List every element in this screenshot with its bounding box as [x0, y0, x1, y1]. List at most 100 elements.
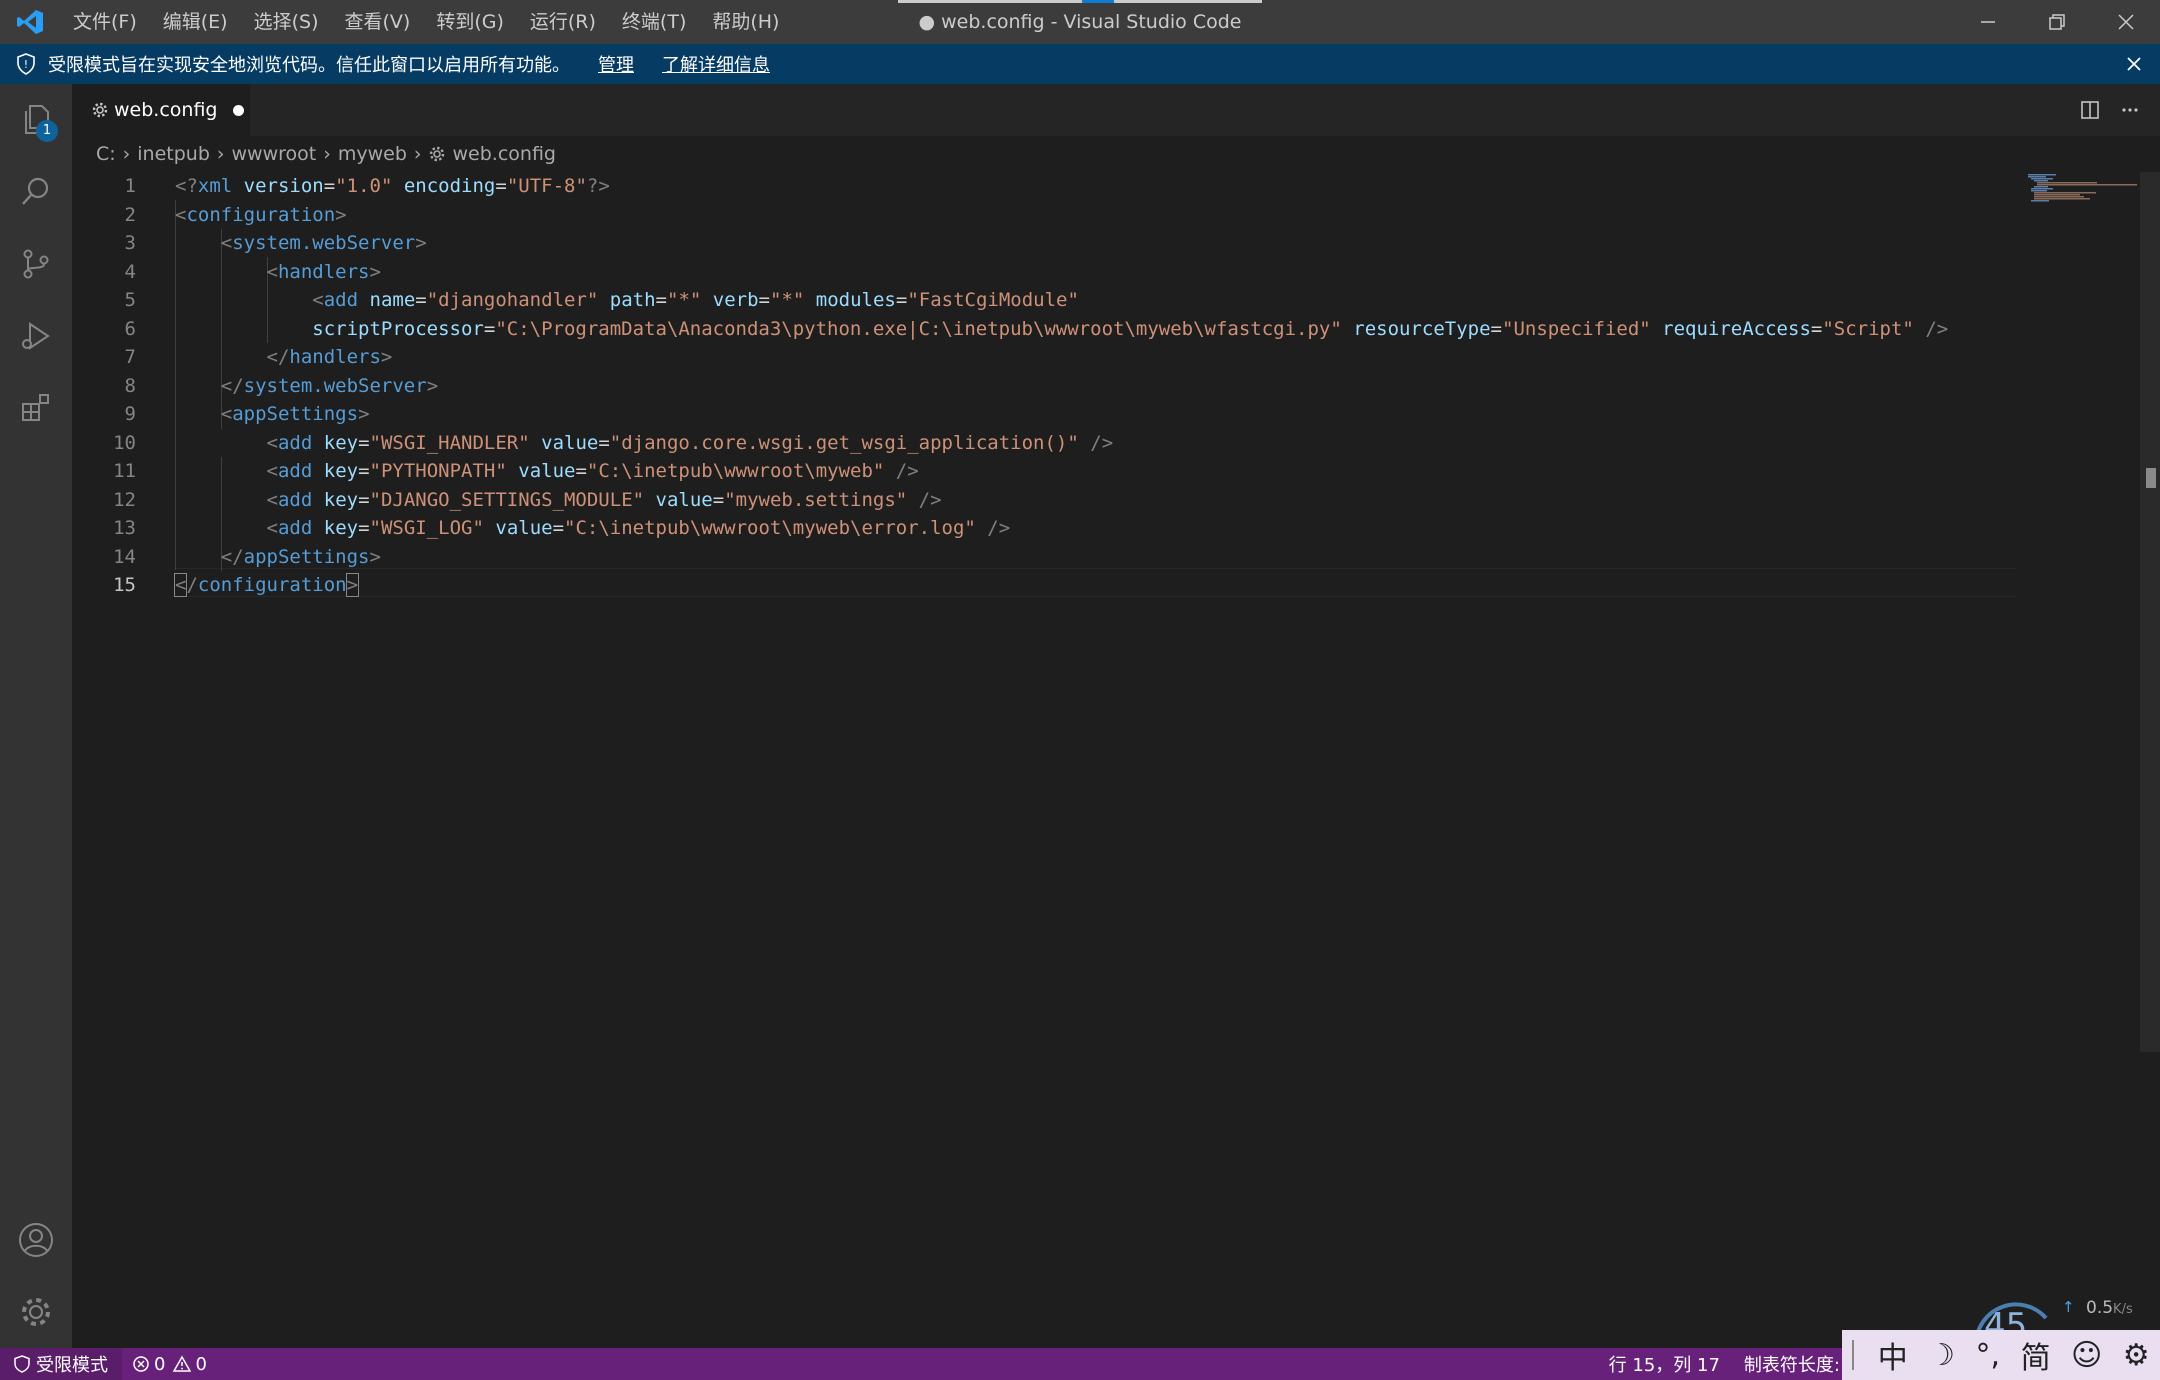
line-number: 1 [124, 175, 136, 197]
vertical-scrollbar[interactable] [2140, 172, 2160, 1052]
cursor-position[interactable]: 行 15，列 17 [1609, 1351, 1720, 1377]
more-actions-button[interactable] [2110, 90, 2150, 130]
code-text: <configuration> [175, 203, 347, 226]
close-window-button[interactable] [2091, 0, 2160, 44]
code-line: 10 <add key="WSGI_HANDLER" value="django… [72, 429, 2017, 458]
status-right: 行 15，列 17 制表符长度: [1609, 1348, 1840, 1380]
restricted-mode-banner: ! 受限模式旨在实现安全地浏览代码。信任此窗口以启用所有功能。 管理 了解详细信… [0, 44, 2160, 84]
gear-icon [429, 146, 444, 162]
code-line: 11 <add key="PYTHONPATH" value="C:\inetp… [72, 457, 2017, 486]
code-editor[interactable]: 1 <?xml version="1.0" encoding="UTF-8"?> … [72, 172, 2056, 1348]
code-text: scriptProcessor="C:\ProgramData\Anaconda… [312, 317, 1949, 340]
breadcrumb-wwwroot[interactable]: wwwroot [232, 143, 317, 165]
line-number: 2 [124, 203, 136, 226]
line-number: 7 [124, 346, 136, 368]
menu-terminal[interactable]: 终端(T) [609, 0, 699, 44]
minimize-button[interactable] [1953, 0, 2022, 44]
code-text: </handlers> [266, 346, 393, 368]
split-editor-icon [2081, 101, 2099, 119]
code-line: 3 <system.webServer> [72, 229, 2017, 258]
code-line: 12 <add key="DJANGO_SETTINGS_MODULE" val… [72, 486, 2017, 515]
activity-bar: 1 [0, 84, 72, 1348]
code-line: 15 </configuration> [72, 571, 2017, 600]
code-text: </appSettings> [220, 545, 381, 568]
run-debug-button[interactable] [0, 300, 72, 372]
code-line: 13 <add key="WSGI_LOG" value="C:\inetpub… [72, 514, 2017, 543]
line-number: 6 [124, 317, 136, 340]
more-icon [2122, 108, 2138, 112]
restore-icon [2048, 14, 2065, 30]
split-editor-button[interactable] [2070, 90, 2110, 130]
menu-bar: 文件(F) 编辑(E) 选择(S) 查看(V) 转到(G) 运行(R) 终端(T… [60, 0, 792, 44]
menu-run[interactable]: 运行(R) [517, 0, 609, 44]
ime-grip[interactable] [1852, 1340, 1857, 1370]
error-icon [133, 1356, 149, 1372]
moon-icon[interactable]: ☽ [1928, 1338, 1955, 1373]
line-number: 3 [124, 232, 136, 254]
extensions-button[interactable] [0, 372, 72, 444]
line-number: 12 [113, 488, 136, 511]
code-text: <add name="djangohandler" path="*" verb=… [312, 289, 1079, 311]
menu-view[interactable]: 查看(V) [332, 0, 424, 44]
code-text: <add key="WSGI_LOG" value="C:\inetpub\ww… [266, 517, 1011, 539]
gear-icon [22, 1298, 50, 1326]
minimap-preview [2028, 174, 2137, 202]
unsaved-dot-icon[interactable] [233, 104, 245, 116]
gear-icon[interactable]: ⚙ [2123, 1338, 2150, 1373]
code-text: <system.webServer> [220, 232, 427, 254]
ime-mode-button[interactable]: 中 [1878, 1333, 1908, 1377]
breadcrumb: C: › inetpub › wwwroot › myweb › web.con… [96, 136, 556, 172]
ime-punct-button[interactable]: °, [1976, 1338, 2001, 1373]
breadcrumb-myweb[interactable]: myweb [338, 143, 407, 165]
breadcrumb-drive[interactable]: C: [96, 143, 116, 165]
explorer-button[interactable]: 1 [0, 84, 72, 156]
shield-icon [14, 1355, 30, 1373]
tab-web-config[interactable]: web.config [72, 84, 250, 136]
minimap[interactable] [2026, 172, 2138, 202]
line-number: 15 [113, 574, 136, 596]
menu-edit[interactable]: 编辑(E) [150, 0, 241, 44]
source-control-button[interactable] [0, 228, 72, 300]
error-count: 0 [154, 1353, 166, 1375]
code-text: <add key="PYTHONPATH" value="C:\inetpub\… [266, 460, 919, 482]
extensions-icon [22, 394, 49, 421]
restore-button[interactable] [2022, 0, 2091, 44]
banner-learn-more-link[interactable]: 了解详细信息 [662, 51, 770, 77]
warning-icon [173, 1355, 192, 1372]
ime-variant-button[interactable]: 简 [2021, 1333, 2051, 1377]
code-line: 1 <?xml version="1.0" encoding="UTF-8"?> [72, 172, 2017, 201]
menu-selection[interactable]: 选择(S) [241, 0, 332, 44]
net-speed: 0.5K/s [2086, 1298, 2133, 1318]
restricted-mode-status[interactable]: 受限模式 [0, 1348, 122, 1380]
accounts-button[interactable] [0, 1204, 72, 1276]
tab-size-status[interactable]: 制表符长度: [1744, 1351, 1840, 1377]
line-number: 5 [124, 289, 136, 311]
menu-help[interactable]: 帮助(H) [699, 0, 792, 44]
chevron-right-icon: › [323, 143, 331, 165]
code-line: 14 </appSettings> [72, 543, 2017, 572]
code-line: 7 </handlers> [72, 343, 2017, 372]
tab-label: web.config [114, 99, 218, 121]
scrollbar-cursor-marker [2146, 468, 2156, 488]
breadcrumb-inetpub[interactable]: inetpub [137, 143, 210, 165]
manage-button[interactable] [0, 1276, 72, 1348]
emoji-icon[interactable]: ☺ [2071, 1338, 2102, 1373]
code-line: 8 </system.webServer> [72, 372, 2017, 401]
banner-manage-link[interactable]: 管理 [598, 51, 634, 77]
title-accent-left [898, 0, 1082, 3]
status-bar: 受限模式 0 0 行 15，列 17 制表符长度: [0, 1348, 2160, 1380]
problems-status[interactable]: 0 0 [132, 1354, 207, 1375]
code-text: <?xml version="1.0" encoding="UTF-8"?> [175, 175, 610, 197]
code-text: <add key="WSGI_HANDLER" value="django.co… [266, 431, 1114, 454]
menu-file[interactable]: 文件(F) [60, 0, 150, 44]
search-button[interactable] [0, 156, 72, 228]
title-bar: 文件(F) 编辑(E) 选择(S) 查看(V) 转到(G) 运行(R) 终端(T… [0, 0, 2160, 44]
code-line: 6 scriptProcessor="C:\ProgramData\Anacon… [72, 315, 2017, 344]
banner-close-button[interactable] [2126, 44, 2142, 84]
code-text: </configuration> [173, 573, 360, 597]
banner-message: 受限模式旨在实现安全地浏览代码。信任此窗口以启用所有功能。 [48, 55, 570, 76]
menu-go[interactable]: 转到(G) [423, 0, 517, 44]
breadcrumb-file[interactable]: web.config [453, 143, 556, 165]
editor-tab-bar: web.config [72, 84, 2160, 136]
close-icon [2127, 57, 2141, 71]
